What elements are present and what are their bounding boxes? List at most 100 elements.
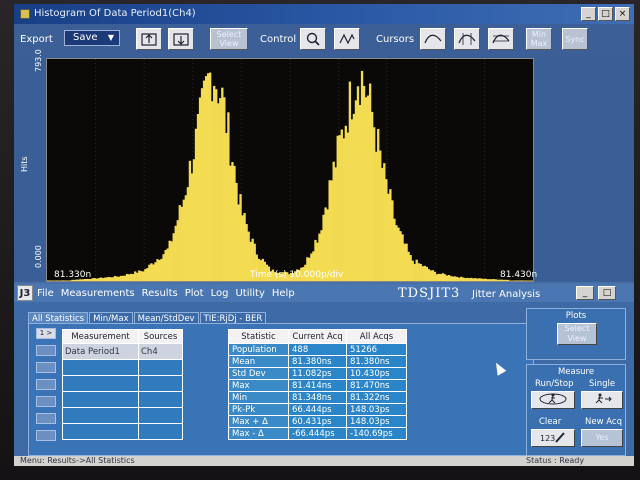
run-stop-button[interactable] xyxy=(531,391,575,409)
minimize-button[interactable]: _ xyxy=(581,7,596,21)
stat-name: Std Dev xyxy=(228,367,289,380)
histogram-bar xyxy=(488,279,491,281)
histogram-bar xyxy=(170,241,173,281)
menu-plot[interactable]: Plot xyxy=(185,288,204,299)
save-dropdown[interactable]: Save ▼ xyxy=(64,30,120,46)
histogram-bar xyxy=(176,220,179,281)
new-acq-yes-button[interactable]: Yes xyxy=(581,429,623,447)
stat-all: 51266 xyxy=(346,343,407,356)
histogram-bar xyxy=(113,275,117,281)
table-cell xyxy=(138,423,183,440)
menu-utility[interactable]: Utility xyxy=(235,288,264,299)
histogram-bar xyxy=(417,263,420,281)
histogram-bar xyxy=(375,151,378,281)
histogram-bar xyxy=(160,258,163,281)
menu-help[interactable]: Help xyxy=(272,288,295,299)
stat-current: 66.444ps xyxy=(288,403,347,416)
single-button[interactable] xyxy=(581,391,623,409)
cursor-mode-1-button[interactable] xyxy=(420,28,446,50)
slot-button[interactable] xyxy=(36,413,56,424)
table-cell xyxy=(62,423,139,440)
pan-button[interactable] xyxy=(334,28,360,50)
menu-results[interactable]: Results xyxy=(142,288,178,299)
histogram-bar xyxy=(371,111,374,281)
stat-all: 81.380ns xyxy=(346,355,407,368)
slot-button[interactable]: 1 > xyxy=(36,328,56,339)
histogram-bar xyxy=(328,180,331,281)
stat-current: 60.431ps xyxy=(288,415,347,428)
toolbar: Export Save ▼ Select View Control Cursor… xyxy=(14,24,634,56)
histogram-bar xyxy=(415,259,418,281)
histogram-bar xyxy=(352,113,356,281)
sync-button[interactable]: Sync xyxy=(562,28,588,50)
measure-label: Measure xyxy=(557,367,595,377)
min-max-button[interactable]: Min Max xyxy=(526,28,552,50)
window-title: Histogram Of Data Period1(Ch4) xyxy=(34,8,196,19)
slot-button[interactable] xyxy=(36,430,56,441)
histogram-bar xyxy=(123,275,127,281)
shrink-view-button[interactable] xyxy=(168,28,194,50)
histogram-bar xyxy=(142,271,145,281)
table-row[interactable] xyxy=(62,407,183,424)
zoom-in-view-button[interactable] xyxy=(136,28,162,50)
screen: Histogram Of Data Period1(Ch4) _ □ × Exp… xyxy=(14,4,634,466)
histogram-bar xyxy=(356,86,360,281)
control-panel: Plots Select View Measure Run/Stop Singl… xyxy=(526,304,626,464)
histogram-bar xyxy=(425,266,428,281)
table-row[interactable] xyxy=(62,359,183,376)
histogram-bar xyxy=(443,274,447,281)
histogram-bar xyxy=(182,199,185,281)
histogram-bar xyxy=(204,76,208,281)
histogram-bar xyxy=(379,150,382,281)
stat-name: Min xyxy=(228,391,289,404)
svg-text:123: 123 xyxy=(540,434,555,443)
slot-button[interactable] xyxy=(36,362,56,373)
clear-button[interactable]: 123 xyxy=(531,429,575,447)
slot-button[interactable] xyxy=(36,345,56,356)
histogram-bar xyxy=(405,243,408,281)
cursor-mode-2-button[interactable] xyxy=(454,28,480,50)
close-button[interactable]: × xyxy=(615,7,630,21)
histogram-bar xyxy=(482,278,485,281)
menu-log[interactable]: Log xyxy=(211,288,229,299)
histogram-bar xyxy=(190,173,194,281)
histogram-bar xyxy=(506,279,509,281)
histogram-bar xyxy=(385,179,388,281)
histogram-bar xyxy=(132,274,135,281)
histogram-bar xyxy=(196,114,200,281)
table-row[interactable] xyxy=(62,391,183,408)
histogram-bar xyxy=(381,167,384,281)
maximize-button[interactable]: □ xyxy=(598,7,613,21)
app-minimize-button[interactable]: _ xyxy=(576,286,594,300)
histogram-bar xyxy=(366,95,370,281)
histogram-bar xyxy=(494,279,497,281)
app-maximize-button[interactable]: □ xyxy=(598,286,616,300)
export-label: Export xyxy=(20,34,53,45)
menu-file[interactable]: File xyxy=(37,288,54,299)
histogram-bar xyxy=(330,180,333,281)
histogram-bar xyxy=(334,167,337,281)
table-row[interactable] xyxy=(62,375,183,392)
zoom-button[interactable] xyxy=(300,28,326,50)
histogram-bar xyxy=(162,254,165,281)
menu-measurements[interactable]: Measurements xyxy=(61,288,135,299)
plots-select-view-button[interactable]: Select View xyxy=(557,323,597,345)
table-cell: Data Period1 xyxy=(62,343,139,360)
column-header: Current Acq xyxy=(288,329,347,344)
table-row[interactable] xyxy=(62,423,183,440)
slot-button[interactable] xyxy=(36,379,56,390)
histogram-bar xyxy=(350,119,354,281)
cursor-mode-3-button[interactable] xyxy=(488,28,514,50)
histogram-bar xyxy=(168,240,171,281)
histogram-bar xyxy=(148,264,151,281)
histogram-bar xyxy=(362,85,366,281)
select-view-button[interactable]: Select View xyxy=(210,28,248,50)
histogram-bar xyxy=(476,278,479,281)
histogram-bar xyxy=(393,218,396,281)
histogram-bar xyxy=(486,279,489,281)
table-row[interactable]: Data Period1 Ch4 xyxy=(62,343,183,360)
table-cell xyxy=(62,407,139,424)
slot-button[interactable] xyxy=(36,396,56,407)
stat-name: Max xyxy=(228,379,289,392)
histogram-bar xyxy=(364,97,368,281)
